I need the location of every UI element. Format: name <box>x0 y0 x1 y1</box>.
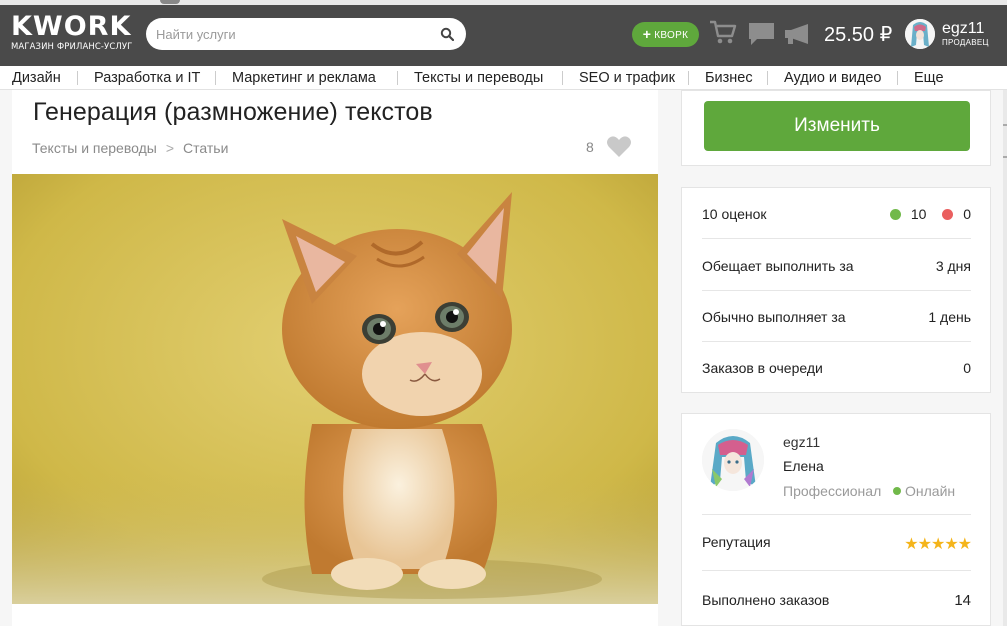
user-avatar[interactable] <box>905 19 935 49</box>
nav-item-business[interactable]: Бизнес <box>705 66 753 90</box>
chevron-right-icon: > <box>165 140 175 156</box>
header-username[interactable]: egz11 <box>942 20 984 38</box>
add-kwork-button[interactable]: + КВОРК <box>632 22 699 47</box>
row-divider <box>702 290 971 291</box>
heart-icon[interactable] <box>606 134 632 158</box>
search-icon[interactable] <box>440 27 454 41</box>
kwork-cover-image[interactable] <box>12 174 658 604</box>
browser-top-strip <box>0 0 1007 5</box>
scroll-mark <box>1003 124 1007 126</box>
logo-tagline: МАГАЗИН ФРИЛАНС-УСЛУГ <box>11 42 133 52</box>
kwork-title: Генерация (размножение) текстов <box>33 98 433 126</box>
row-divider <box>702 238 971 239</box>
reputation-label: Репутация <box>702 534 771 550</box>
search-input[interactable] <box>156 18 426 50</box>
negative-dot-icon <box>942 209 954 220</box>
nav-item-design[interactable]: Дизайн <box>12 66 61 90</box>
kwork-main-card: Генерация (размножение) текстов Тексты и… <box>12 90 658 626</box>
page-scroll-edge[interactable] <box>1003 90 1007 626</box>
notifications-megaphone-icon[interactable] <box>784 23 812 45</box>
promise-label: Обещает выполнить за <box>702 258 854 274</box>
star-icon: ★ <box>944 536 958 553</box>
usual-time-label: Обычно выполняет за <box>702 309 846 325</box>
category-nav: Дизайн Разработка и IT Маркетинг и рекла… <box>0 66 1007 90</box>
star-icon: ★ <box>917 536 932 553</box>
row-divider <box>702 570 971 571</box>
edit-card: Изменить <box>681 90 991 166</box>
nav-divider <box>767 71 768 85</box>
orders-value: 14 <box>954 592 971 609</box>
queue-row: Заказов в очереди 0 <box>702 360 971 376</box>
positive-dot-icon <box>889 209 901 220</box>
header-user-role: ПРОДАВЕЦ <box>942 38 989 47</box>
queue-value: 0 <box>963 360 971 376</box>
kitten-photo <box>12 174 658 604</box>
promise-value: 3 дня <box>935 258 971 274</box>
breadcrumb-category[interactable]: Тексты и переводы <box>32 140 157 156</box>
seller-online-status: Онлайн <box>893 483 955 499</box>
nav-item-audio-video[interactable]: Аудио и видео <box>784 66 881 90</box>
messages-icon[interactable] <box>748 22 775 46</box>
seller-level: Профессионал <box>783 483 882 499</box>
account-balance[interactable]: 25.50 ₽ <box>824 22 892 48</box>
usual-time-row: Обычно выполняет за 1 день <box>702 309 971 325</box>
orders-label: Выполнено заказов <box>702 592 830 608</box>
negative-count: 0 <box>963 206 971 222</box>
rating-stars: ★★★★★ <box>904 534 972 554</box>
star-icon: ★ <box>930 536 945 553</box>
seller-name: Елена <box>783 458 824 474</box>
cart-icon[interactable] <box>709 19 737 45</box>
kwork-logo[interactable]: KWORK МАГАЗИН ФРИЛАНС-УСЛУГ <box>11 12 136 56</box>
anime-girl-avatar-icon <box>702 429 764 491</box>
promise-row: Обещает выполнить за 3 дня <box>702 258 971 274</box>
reputation-row: Репутация ★★★★★ <box>702 534 972 553</box>
seller-login[interactable]: egz11 <box>783 434 820 450</box>
nav-item-development[interactable]: Разработка и IT <box>94 66 200 90</box>
scroll-mark <box>1003 156 1007 158</box>
nav-item-more[interactable]: Еще <box>914 66 944 90</box>
kwork-stats-card: 10 оценок 10 0 Обещает выполнить за 3 дн… <box>681 187 991 393</box>
nav-divider <box>688 71 689 85</box>
queue-label: Заказов в очереди <box>702 360 823 376</box>
plus-icon: + <box>642 26 652 42</box>
seller-card: egz11 Елена Профессионал Онлайн Репутаци… <box>681 413 991 626</box>
reviews-counts: 10 0 <box>889 206 971 222</box>
seller-avatar[interactable] <box>702 429 764 491</box>
nav-divider <box>77 71 78 85</box>
nav-item-seo[interactable]: SEO и трафик <box>579 66 675 90</box>
top-header: KWORK МАГАЗИН ФРИЛАНС-УСЛУГ +КВОРК 25.50… <box>0 0 1007 66</box>
strip-mark <box>160 0 180 4</box>
orders-row: Выполнено заказов 14 <box>702 592 971 609</box>
nav-divider <box>397 71 398 85</box>
positive-count: 10 <box>910 206 927 222</box>
row-divider <box>702 341 971 342</box>
edit-kwork-button[interactable]: Изменить <box>704 101 970 151</box>
star-icon: ★ <box>957 536 972 553</box>
star-icon: ★ <box>904 536 918 553</box>
favorites-counter[interactable]: 8 <box>586 134 638 160</box>
usual-time-value: 1 день <box>928 309 971 325</box>
anime-avatar-icon <box>905 19 935 49</box>
breadcrumb-subcategory[interactable]: Статьи <box>183 140 228 156</box>
reviews-label[interactable]: 10 оценок <box>702 206 767 222</box>
search-box <box>146 18 466 50</box>
favorites-count: 8 <box>586 139 594 155</box>
reviews-row: 10 оценок 10 0 <box>702 206 971 222</box>
nav-item-marketing[interactable]: Маркетинг и реклама <box>232 66 376 90</box>
add-kwork-label: КВОРК <box>654 30 689 41</box>
nav-divider <box>562 71 563 85</box>
nav-item-texts[interactable]: Тексты и переводы <box>414 66 543 90</box>
nav-divider <box>897 71 898 85</box>
online-dot-icon <box>893 487 901 495</box>
seller-status-text: Онлайн <box>905 483 956 499</box>
breadcrumb: Тексты и переводы > Статьи <box>32 140 228 156</box>
logo-wordmark: KWORK <box>11 11 132 42</box>
nav-divider <box>215 71 216 85</box>
row-divider <box>702 514 971 515</box>
